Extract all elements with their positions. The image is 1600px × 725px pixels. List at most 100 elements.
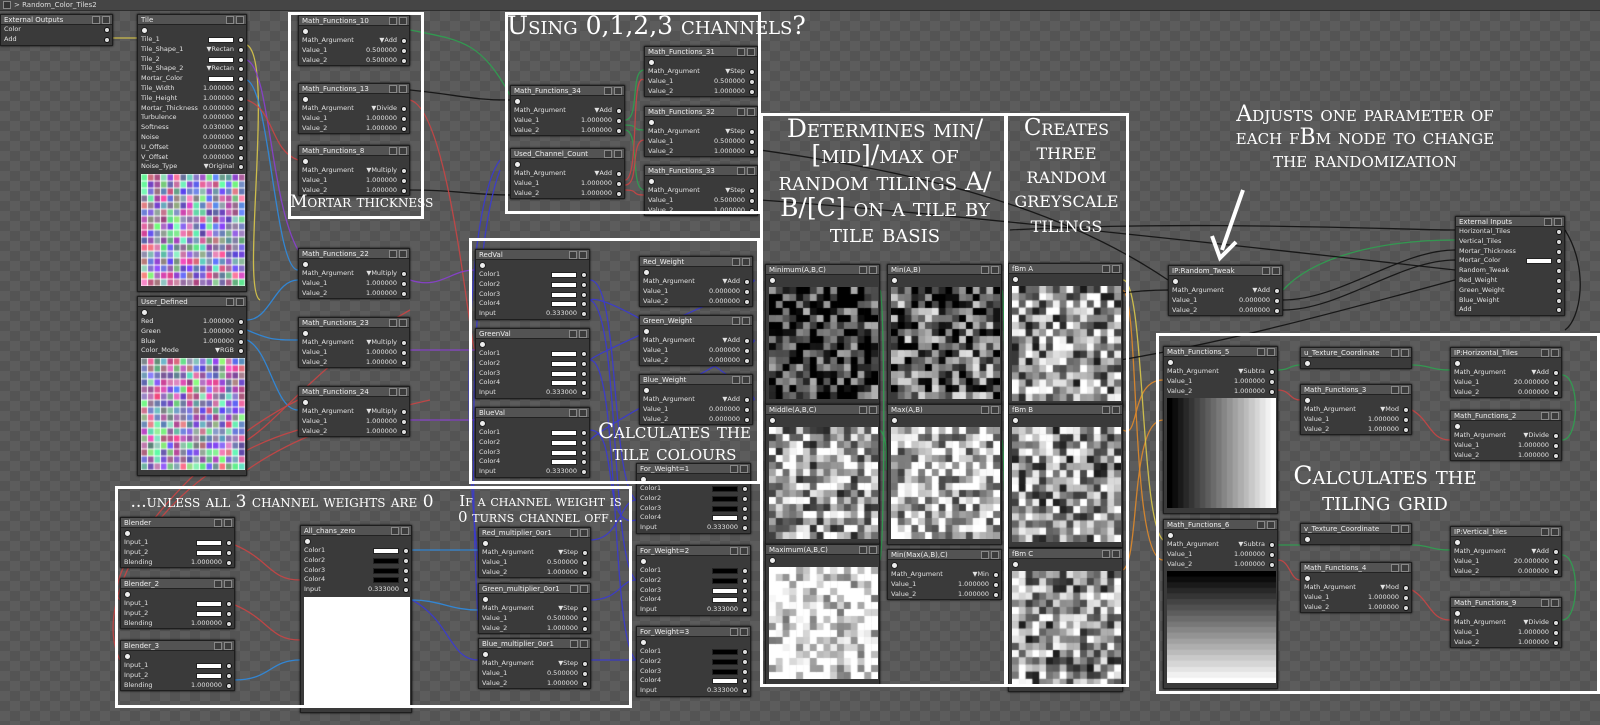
input-socket-icon[interactable]	[742, 577, 748, 584]
node-param-row[interactable]: Color4	[637, 676, 750, 686]
node-param-row[interactable]: Value_1 0.000000	[1169, 296, 1282, 306]
node-param-row[interactable]: Input 0.333000	[637, 686, 750, 696]
param-value[interactable]: 0.333000	[707, 605, 738, 615]
input-socket-icon[interactable]	[742, 678, 748, 685]
param-value[interactable]: 1.000000	[366, 417, 397, 427]
input-socket-icon[interactable]	[104, 27, 110, 33]
color-swatch[interactable]	[712, 495, 738, 502]
output-socket-icon[interactable]	[141, 26, 148, 34]
node-param-row[interactable]: Noise_Type ▼Original	[138, 162, 246, 172]
node-param-row[interactable]: Blue 1.000000	[138, 337, 246, 347]
input-socket-icon[interactable]	[742, 495, 748, 502]
node-param-row[interactable]: Color2	[637, 657, 750, 667]
node-title[interactable]: For_Weight=3	[637, 627, 750, 637]
close-icon[interactable]	[399, 250, 407, 258]
node-param-row[interactable]: Green_Weight	[1456, 286, 1564, 296]
param-value[interactable]: 0.000000	[203, 153, 234, 163]
connection-wire[interactable]	[1282, 249, 1456, 301]
input-socket-icon[interactable]	[742, 658, 748, 665]
minimize-icon[interactable]	[389, 250, 397, 258]
node-param-row[interactable]: V_Offset 0.000000	[138, 153, 246, 163]
node-param-row[interactable]: Random_Tweak	[1456, 266, 1564, 276]
connection-wire[interactable]	[246, 329, 299, 341]
param-value[interactable]: 1.000000	[366, 358, 397, 368]
output-socket-icon[interactable]	[302, 398, 309, 406]
node-canvas[interactable]: External Outputs Color Add Tile Tile_1 Tile_S…	[0, 11, 1600, 725]
input-socket-icon[interactable]	[1556, 238, 1562, 245]
param-value[interactable]: ▼Add	[1252, 286, 1270, 296]
input-socket-icon[interactable]	[1556, 268, 1562, 275]
param-value[interactable]: 1.000000	[203, 94, 234, 104]
node-title[interactable]: Math_Functions_24	[299, 387, 409, 397]
close-icon[interactable]	[102, 16, 110, 24]
param-value[interactable]: 1.000000	[203, 337, 234, 347]
input-socket-icon[interactable]	[742, 515, 748, 522]
close-icon[interactable]	[236, 298, 244, 306]
color-swatch[interactable]	[208, 56, 234, 63]
close-icon[interactable]	[1272, 267, 1280, 275]
node-title[interactable]: User_Defined	[138, 297, 246, 307]
node-param-row[interactable]: Color3	[637, 667, 750, 677]
param-value[interactable]: ▼Rectan	[207, 64, 234, 74]
node-param-row[interactable]: Red 1.000000	[138, 317, 246, 327]
connection-wire[interactable]	[409, 269, 476, 284]
output-socket-icon[interactable]	[302, 260, 309, 268]
param-value[interactable]: 1.000000	[366, 289, 397, 299]
color-swatch[interactable]	[712, 649, 738, 655]
node-param-row[interactable]: Math_Argument ▼Multiply	[299, 407, 409, 417]
node-param-row[interactable]: Turbulence 0.000000	[138, 113, 246, 123]
color-swatch[interactable]	[712, 597, 738, 604]
input-socket-icon[interactable]	[1556, 258, 1562, 265]
node-param-row[interactable]: Value_2 0.000000	[1169, 306, 1282, 316]
param-value[interactable]: 1.000000	[366, 348, 397, 358]
input-socket-icon[interactable]	[238, 105, 244, 112]
node-param-row[interactable]: Color3	[637, 586, 750, 596]
input-socket-icon[interactable]	[742, 688, 748, 695]
param-value[interactable]: ▼Rectan	[207, 45, 234, 55]
minimize-icon[interactable]	[389, 319, 397, 327]
node-param-row[interactable]: Blue_Weight	[1456, 296, 1564, 306]
node-title[interactable]: External Outputs	[1, 15, 112, 25]
node-param-row[interactable]: U_Offset 0.000000	[138, 143, 246, 153]
input-socket-icon[interactable]	[238, 154, 244, 161]
param-value[interactable]: 1.000000	[203, 84, 234, 94]
input-socket-icon[interactable]	[742, 668, 748, 675]
node-fw2[interactable]: For_Weight=2 Color1 Color2 Color3 Color4 Inpu…	[636, 545, 751, 616]
input-socket-icon[interactable]	[401, 409, 407, 415]
node-param-row[interactable]: Horizontal_Tiles	[1456, 227, 1564, 237]
node-param-row[interactable]: Color1	[637, 647, 750, 657]
input-socket-icon[interactable]	[1556, 229, 1562, 235]
input-socket-icon[interactable]	[238, 125, 244, 132]
node-param-row[interactable]: Value_2 1.000000	[299, 427, 409, 437]
input-socket-icon[interactable]	[238, 95, 244, 102]
color-swatch[interactable]	[208, 76, 234, 83]
minimize-icon[interactable]	[1544, 218, 1552, 226]
param-value[interactable]: 0.000000	[203, 113, 234, 123]
node-param-row[interactable]: Value_1 1.000000	[299, 417, 409, 427]
param-value[interactable]: ▼Multiply	[366, 338, 397, 348]
input-socket-icon[interactable]	[401, 340, 407, 346]
color-swatch[interactable]	[712, 515, 738, 522]
param-value[interactable]: 0.000000	[203, 143, 234, 153]
input-socket-icon[interactable]	[238, 37, 244, 43]
node-param-row[interactable]: Value_2 1.000000	[299, 358, 409, 368]
input-socket-icon[interactable]	[1556, 297, 1562, 304]
node-fw3[interactable]: For_Weight=3 Color1 Color2 Color3 Color4 Inpu…	[636, 626, 751, 697]
node-param-row[interactable]: Color4	[637, 513, 750, 523]
node-param-row[interactable]: Color3	[637, 504, 750, 514]
node-mf23[interactable]: Math_Functions_23 Math_Argument ▼Multiply V…	[298, 317, 410, 369]
node-param-row[interactable]: Red_Weight	[1456, 276, 1564, 286]
input-socket-icon[interactable]	[401, 280, 407, 287]
input-socket-icon[interactable]	[1556, 287, 1562, 294]
node-param-row[interactable]: Math_Argument ▼Multiply	[299, 269, 409, 279]
connection-wire[interactable]	[246, 339, 299, 411]
input-socket-icon[interactable]	[1274, 297, 1280, 304]
minimize-icon[interactable]	[1262, 267, 1270, 275]
param-value[interactable]: ▼RGB	[215, 346, 234, 356]
output-socket-icon[interactable]	[141, 308, 148, 316]
close-icon[interactable]	[399, 319, 407, 327]
node-param-row[interactable]: Tile_Height 1.000000	[138, 94, 246, 104]
input-socket-icon[interactable]	[1556, 277, 1562, 284]
close-icon[interactable]	[740, 628, 748, 636]
node-param-row[interactable]: Add	[1, 35, 112, 45]
